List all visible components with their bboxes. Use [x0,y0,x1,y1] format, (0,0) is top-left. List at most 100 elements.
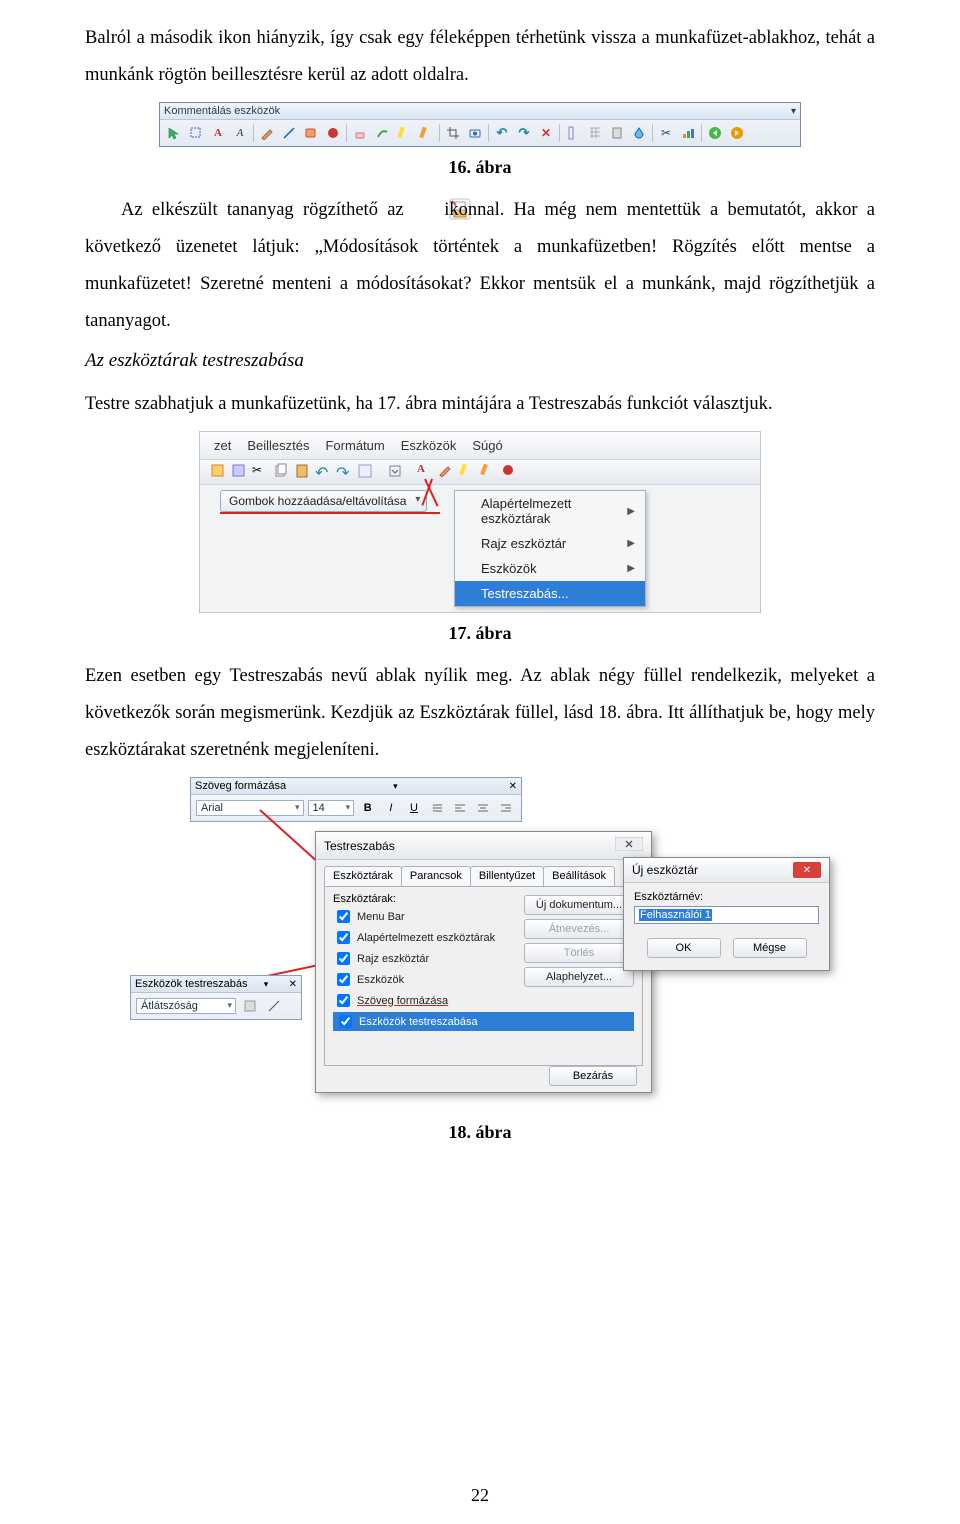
close-icon[interactable]: ✕ [793,862,821,878]
menu-bar: zet Beillesztés Formátum Eszközök Súgó [200,432,760,460]
delete-icon[interactable]: ✕ [536,123,556,143]
tab-beallitasok[interactable]: Beállítások [543,866,615,886]
line-icon[interactable] [279,123,299,143]
figure-17-caption: 17. ábra [85,623,875,644]
grid-icon[interactable] [585,123,605,143]
brush-icon[interactable] [372,123,392,143]
new-document-button[interactable]: Új dokumentum... [524,895,634,915]
toolbar-name-input[interactable]: Felhasználói 1 [634,906,819,924]
fill-icon[interactable] [501,463,519,481]
redo-icon[interactable]: ↷ [336,463,354,481]
next-icon[interactable] [727,123,747,143]
toolbar-checkbox-selected[interactable]: Eszközök testreszabása [333,1012,634,1031]
list-icon[interactable] [428,798,447,818]
menu-item[interactable]: Beillesztés [245,436,311,455]
toolbar-titlebar: Kommentálás eszközök ▾ [160,103,800,120]
tab-parancsok[interactable]: Parancsok [401,866,471,886]
underline-button[interactable]: U [404,798,423,818]
pointer-icon[interactable] [164,123,184,143]
commenting-toolbar: Kommentálás eszközök ▾ A A [159,102,801,147]
select-icon[interactable] [186,123,206,143]
tb-icon[interactable] [210,463,228,481]
prev-icon[interactable] [705,123,725,143]
align-left-icon[interactable] [451,798,470,818]
calc-icon[interactable] [607,123,627,143]
tb-icon[interactable] [264,996,284,1016]
cut-icon[interactable]: ✂ [252,463,270,481]
tab-eszkoztarak[interactable]: Eszköztárak [324,866,402,886]
close-icon[interactable]: ✕ [289,979,297,990]
font-family-select[interactable]: Arial [196,800,304,816]
close-button[interactable]: Bezárás [549,1066,637,1086]
redo-icon[interactable]: ↷ [514,123,534,143]
menu-item[interactable]: Súgó [470,436,504,455]
toolbar-dropdown-icon[interactable]: ▾ [791,106,796,117]
opacity-select[interactable]: Átlátszóság [136,998,236,1014]
cancel-button[interactable]: Mégse [733,938,807,958]
pencil-icon[interactable] [438,463,456,481]
copy-icon[interactable] [273,463,291,481]
italic-button[interactable]: I [381,798,400,818]
submenu-item-testreszabas[interactable]: Testreszabás... [455,581,645,606]
marker-icon[interactable] [459,463,477,481]
dropdown-trigger-icon[interactable] [387,463,405,481]
text-icon[interactable]: A [208,123,228,143]
tb-icon[interactable] [231,463,249,481]
app-toolbar: ✂ ↶ ↷ A [200,460,760,485]
rename-button[interactable]: Átnevezés... [524,919,634,939]
toolbar-dropdown-icon[interactable]: ▾ [264,979,269,990]
undo-icon[interactable]: ↶ [492,123,512,143]
submenu-item[interactable]: Rajz eszköztár▶ [455,531,645,556]
paste-icon[interactable] [294,463,312,481]
checkbox[interactable] [337,973,350,986]
shape-icon[interactable] [301,123,321,143]
submenu-item[interactable]: Alapértelmezett eszköztárak▶ [455,491,645,531]
chart-icon[interactable] [678,123,698,143]
ok-button[interactable]: OK [647,938,721,958]
figure-17: zet Beillesztés Formátum Eszközök Súgó ✂… [85,431,875,613]
tab-billentyuzet[interactable]: Billentyűzet [470,866,544,886]
figure-16-caption: 16. ábra [85,157,875,178]
checkbox[interactable] [339,1015,352,1028]
tb-icon[interactable] [240,996,260,1016]
align-center-icon[interactable] [474,798,493,818]
separator-icon [346,124,347,142]
flood-icon[interactable] [629,123,649,143]
ruler-icon[interactable] [563,123,583,143]
close-icon[interactable]: ✕ [509,781,517,792]
font-size-select[interactable]: 14 [308,800,355,816]
marker-icon[interactable] [480,463,498,481]
menu-item[interactable]: Formátum [323,436,386,455]
undo-icon[interactable]: ↶ [315,463,333,481]
crop-icon[interactable] [443,123,463,143]
separator-icon [253,124,254,142]
paragraph-2: Az elkészült tananyag rögzíthető az ikon… [85,192,875,340]
close-icon[interactable] [615,837,643,854]
marker-orange-icon[interactable] [416,123,436,143]
marker-yellow-icon[interactable] [394,123,414,143]
checkbox[interactable] [337,952,350,965]
menu-item[interactable]: zet [212,436,233,455]
add-remove-buttons[interactable]: Gombok hozzáadása/eltávolítása [220,490,427,512]
checkbox[interactable] [337,910,350,923]
align-right-icon[interactable] [497,798,516,818]
highlight-text-icon[interactable]: A [230,123,250,143]
eraser-icon[interactable] [350,123,370,143]
checkbox[interactable] [337,931,350,944]
paragraph-2-pre: Az elkészült tananyag rögzíthető az [121,200,413,220]
toolbar-checkbox[interactable]: Szöveg formázása [333,991,634,1010]
reset-button[interactable]: Alaphelyzet... [524,967,634,987]
delete-button[interactable]: Törlés [524,943,634,963]
menu-item[interactable]: Eszközök [399,436,459,455]
scissors-icon[interactable]: ✂ [656,123,676,143]
fill-icon[interactable] [323,123,343,143]
bold-button[interactable]: B [358,798,377,818]
tb-icon[interactable] [357,463,375,481]
capture-icon[interactable] [465,123,485,143]
chevron-right-icon: ▶ [627,563,635,574]
pencil-icon[interactable] [257,123,277,143]
submenu-label: Rajz eszköztár [481,536,566,551]
toolbar-dropdown-icon[interactable]: ▾ [393,781,398,792]
submenu-item[interactable]: Eszközök▶ [455,556,645,581]
checkbox[interactable] [337,994,350,1007]
